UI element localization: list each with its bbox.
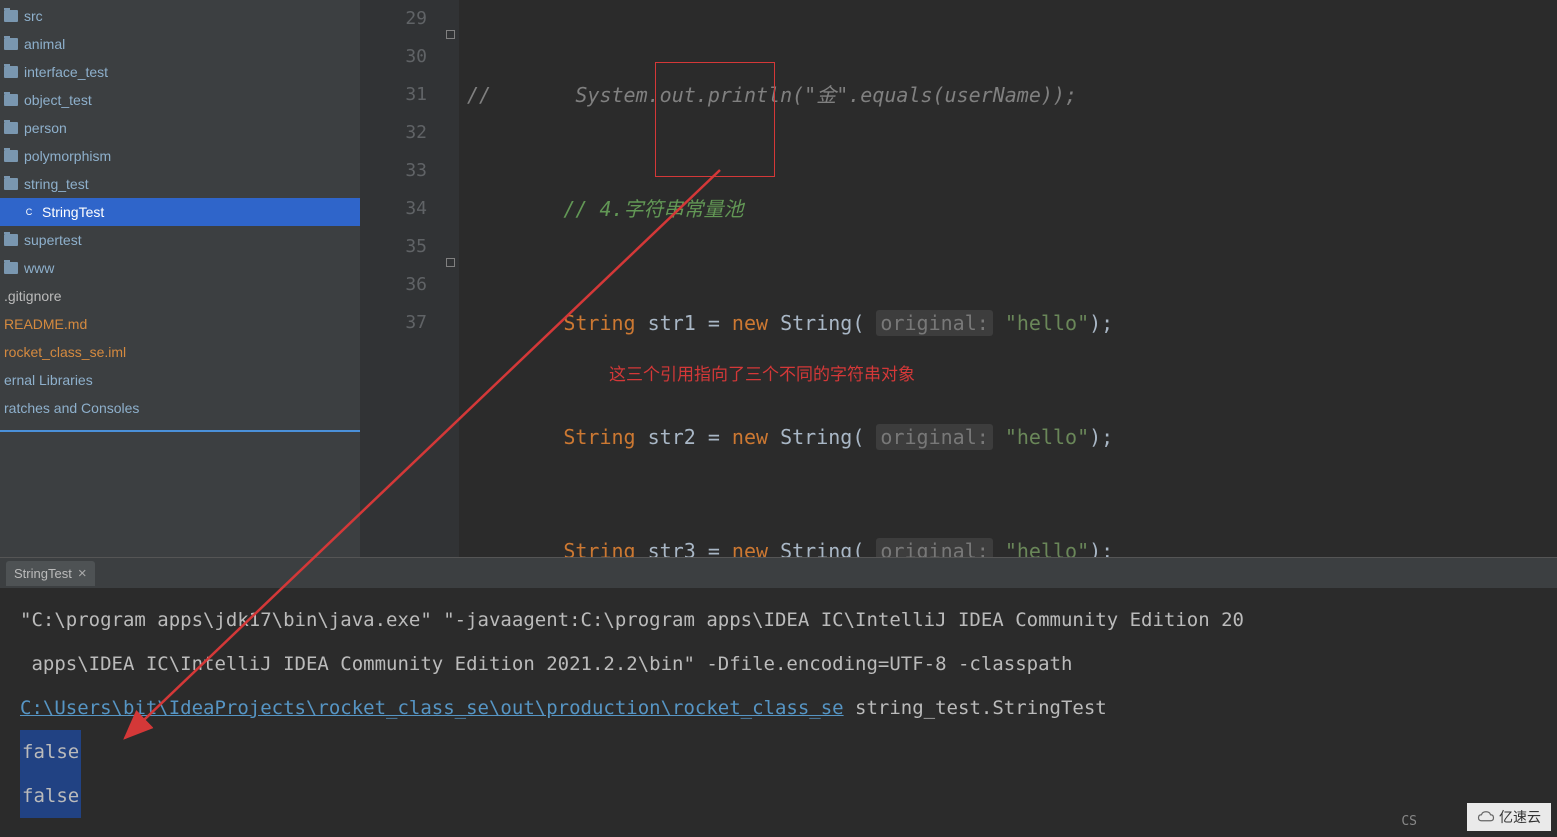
watermark-badge: 亿速云 — [1467, 803, 1551, 831]
folder-icon — [4, 10, 18, 22]
console-output[interactable]: "C:\program apps\jdk17\bin\java.exe" "-j… — [0, 588, 1557, 837]
close-icon[interactable]: × — [78, 565, 87, 582]
tree-item-interface-test[interactable]: interface_test — [0, 58, 360, 86]
folder-icon — [4, 150, 18, 162]
code-line-32[interactable]: String str2 = new String( original: "hel… — [467, 418, 1557, 456]
tree-item-object-test[interactable]: object_test — [0, 86, 360, 114]
tree-item-gitignore[interactable]: .gitignore — [0, 282, 360, 310]
folder-icon — [4, 234, 18, 246]
class-icon: C — [22, 205, 36, 219]
tree-item-www[interactable]: www — [0, 254, 360, 282]
run-tool-window[interactable]: StringTest × "C:\program apps\jdk17\bin\… — [0, 557, 1557, 837]
folder-icon — [4, 38, 18, 50]
tree-item-animal[interactable]: animal — [0, 30, 360, 58]
project-tree[interactable]: src animal interface_test object_test pe… — [0, 0, 360, 557]
tree-item-person[interactable]: person — [0, 114, 360, 142]
run-tab-stringtest[interactable]: StringTest × — [6, 561, 95, 586]
code-line-31[interactable]: String str1 = new String( original: "hel… — [467, 304, 1557, 342]
code-line-33[interactable]: String str3 = new String( original: "hel… — [467, 532, 1557, 557]
code-line-30[interactable]: // 4.字符串常量池 — [467, 190, 1557, 228]
output-false-1: false — [20, 730, 81, 774]
annotation-text: 这三个引用指向了三个不同的字符串对象 — [609, 356, 915, 394]
folder-icon — [4, 178, 18, 190]
code-editor[interactable]: 29 30 31 32 33 34 35 36 37 // System.out… — [360, 0, 1557, 557]
tree-item-supertest[interactable]: supertest — [0, 226, 360, 254]
tree-item-string-test[interactable]: string_test — [0, 170, 360, 198]
tree-item-external-libraries[interactable]: ernal Libraries — [0, 366, 360, 394]
watermark-cs: CS — [1401, 814, 1417, 829]
tree-item-iml[interactable]: rocket_class_se.iml — [0, 338, 360, 366]
tree-item-scratches[interactable]: ratches and Consoles — [0, 394, 360, 422]
folder-icon — [4, 66, 18, 78]
run-tabs: StringTest × — [0, 558, 1557, 588]
code-line-29[interactable]: // System.out.println("金".equals(userNam… — [467, 76, 1557, 114]
fold-marker-icon[interactable] — [446, 30, 455, 39]
line-number-gutter: 29 30 31 32 33 34 35 36 37 — [360, 0, 445, 557]
sidebar-divider — [0, 430, 360, 432]
code-text-area[interactable]: // System.out.println("金".equals(userNam… — [459, 0, 1557, 557]
fold-column[interactable] — [445, 0, 459, 557]
folder-icon — [4, 122, 18, 134]
cloud-icon — [1477, 810, 1495, 824]
tree-item-readme[interactable]: README.md — [0, 310, 360, 338]
classpath-link[interactable]: C:\Users\bit\IdeaProjects\rocket_class_s… — [20, 697, 844, 719]
tree-item-polymorphism[interactable]: polymorphism — [0, 142, 360, 170]
tree-item-src[interactable]: src — [0, 2, 360, 30]
folder-icon — [4, 94, 18, 106]
folder-icon — [4, 262, 18, 274]
fold-marker-icon[interactable] — [446, 258, 455, 267]
output-false-2: false — [20, 774, 81, 818]
tree-item-stringtest-class[interactable]: CStringTest — [0, 198, 360, 226]
